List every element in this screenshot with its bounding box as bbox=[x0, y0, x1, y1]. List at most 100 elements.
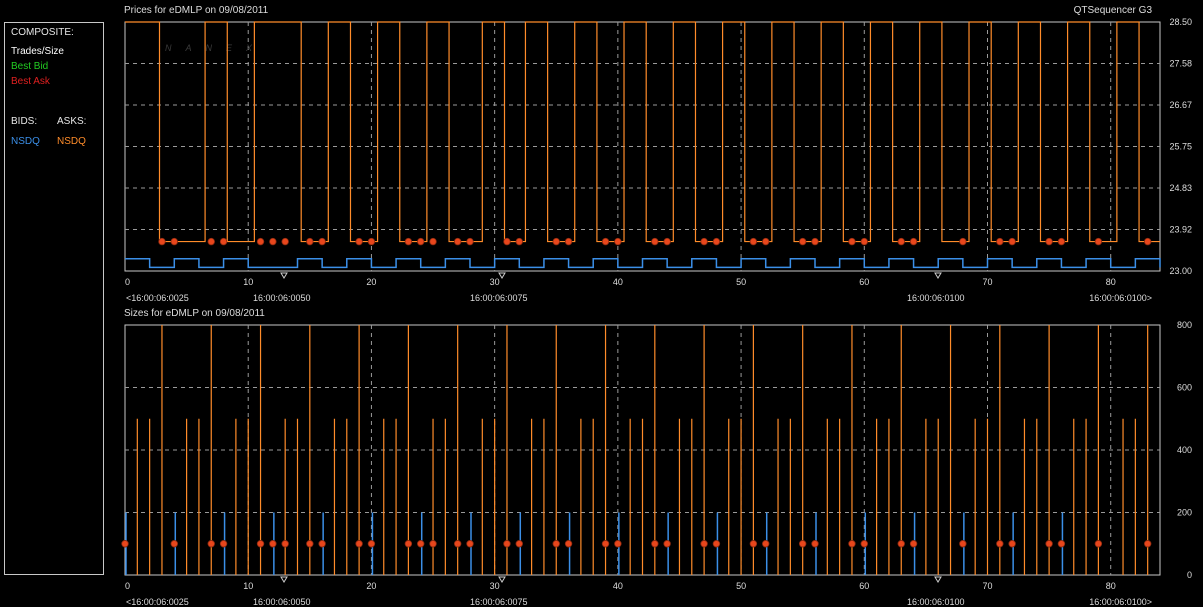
y-tick-label: 400 bbox=[1177, 445, 1192, 455]
trade-size-point bbox=[811, 540, 819, 548]
y-tick-label: 200 bbox=[1177, 508, 1192, 518]
time-marker bbox=[280, 576, 288, 583]
trade-size-point bbox=[848, 540, 856, 548]
time-label: 16:00:06:0050 bbox=[253, 293, 311, 303]
trade-point bbox=[552, 237, 560, 246]
x-tick-label: 10 bbox=[243, 581, 253, 591]
trade-point bbox=[355, 237, 363, 246]
trade-point bbox=[897, 237, 905, 246]
y-tick-label: 25.75 bbox=[1169, 142, 1192, 152]
trade-size-point bbox=[219, 540, 228, 548]
x-tick-label: 60 bbox=[859, 581, 869, 591]
trade-point bbox=[1045, 237, 1053, 246]
x-tick-label: 70 bbox=[982, 277, 992, 287]
trade-point bbox=[1057, 237, 1066, 246]
trade-size-point bbox=[417, 540, 425, 548]
trade-size-point bbox=[355, 540, 363, 548]
trade-size-point bbox=[515, 540, 523, 548]
trade-point bbox=[749, 237, 758, 246]
trade-size-point bbox=[1143, 540, 1152, 548]
trade-point bbox=[663, 237, 671, 246]
trade-point bbox=[848, 237, 856, 246]
trade-point bbox=[417, 237, 425, 246]
trade-point bbox=[515, 237, 523, 246]
trade-point bbox=[429, 237, 437, 246]
x-tick-label: 20 bbox=[366, 277, 376, 287]
trade-point bbox=[170, 237, 178, 246]
time-label: 16:00:06:0075 bbox=[470, 293, 528, 303]
trade-point bbox=[503, 237, 511, 246]
trade-point bbox=[700, 237, 708, 246]
x-tick-label: 50 bbox=[736, 581, 746, 591]
trade-size-point bbox=[996, 540, 1004, 548]
trade-size-point bbox=[762, 540, 770, 548]
y-tick-label: 24.83 bbox=[1169, 183, 1192, 193]
y-tick-label: 27.58 bbox=[1169, 59, 1192, 69]
charts-canvas: 28.50 27.58 26.67 25.75 24.83 23.92 23.00 0 10 20… bbox=[121, 17, 1192, 607]
trade-size-point bbox=[503, 540, 511, 548]
y-tick-label: 28.50 bbox=[1169, 17, 1192, 27]
trade-size-point bbox=[897, 540, 905, 548]
trade-size-point bbox=[269, 540, 277, 548]
trade-point bbox=[158, 237, 166, 246]
trade-size-point bbox=[601, 540, 610, 548]
x-tick-label: 40 bbox=[613, 277, 623, 287]
trade-point bbox=[614, 237, 622, 246]
trade-size-point bbox=[552, 540, 560, 548]
time-label: <16:00:06:0025 bbox=[126, 293, 189, 303]
time-label: 16:00:06:0100 bbox=[907, 293, 965, 303]
trade-size-point bbox=[121, 540, 129, 548]
x-tick-label: 30 bbox=[490, 581, 500, 591]
trade-size-point bbox=[281, 540, 289, 548]
trade-size-point bbox=[466, 540, 474, 548]
trade-size-point bbox=[207, 540, 215, 548]
trade-point bbox=[1008, 237, 1016, 246]
trade-size-point bbox=[170, 540, 178, 548]
trade-point bbox=[564, 237, 573, 246]
trade-point bbox=[404, 237, 413, 246]
trade-size-point bbox=[651, 540, 659, 548]
trade-size-point bbox=[700, 540, 708, 548]
time-marker bbox=[280, 272, 288, 279]
x-tick-label: 50 bbox=[736, 277, 746, 287]
trade-size-point bbox=[909, 540, 918, 548]
y-tick-label: 23.00 bbox=[1169, 266, 1192, 276]
trade-point bbox=[712, 237, 721, 246]
time-label: <16:00:06:0025 bbox=[126, 597, 189, 607]
trade-point bbox=[466, 237, 474, 246]
trade-point bbox=[909, 237, 918, 246]
x-tick-label: 0 bbox=[125, 581, 130, 591]
trade-size-point bbox=[860, 540, 868, 548]
trade-point bbox=[219, 237, 228, 246]
trade-point bbox=[601, 237, 610, 246]
trade-size-point bbox=[453, 540, 462, 548]
trade-point bbox=[811, 237, 819, 246]
y-tick-label: 23.92 bbox=[1169, 225, 1192, 235]
trade-point bbox=[860, 237, 868, 246]
trade-point bbox=[306, 237, 314, 246]
time-label: 16:00:06:0050 bbox=[253, 597, 311, 607]
trade-point bbox=[798, 237, 807, 246]
x-tick-label: 60 bbox=[859, 277, 869, 287]
time-label: 16:00:06:0075 bbox=[470, 597, 528, 607]
trade-point bbox=[453, 237, 462, 246]
trade-point bbox=[269, 237, 277, 246]
x-tick-label: 0 bbox=[125, 277, 130, 287]
x-tick-label: 30 bbox=[490, 277, 500, 287]
trade-size-point bbox=[564, 540, 573, 548]
trade-point bbox=[367, 237, 376, 246]
trade-size-point bbox=[798, 540, 807, 548]
time-label: 16:00:06:0100 bbox=[907, 597, 965, 607]
time-marker bbox=[498, 576, 506, 583]
time-marker bbox=[934, 576, 942, 583]
y-tick-label: 26.67 bbox=[1169, 100, 1192, 110]
size-chart: 800 600 400 200 0 0 10 20 30 40 50 60 70 80 <16:00:06:… bbox=[121, 320, 1192, 607]
trade-size-point bbox=[404, 540, 413, 548]
trade-point bbox=[996, 237, 1004, 246]
trade-size-point bbox=[1045, 540, 1053, 548]
trade-size-point bbox=[429, 540, 437, 548]
trade-point bbox=[256, 237, 265, 246]
trade-size-point bbox=[256, 540, 265, 548]
trade-size-point bbox=[959, 540, 967, 548]
x-tick-label: 20 bbox=[366, 581, 376, 591]
